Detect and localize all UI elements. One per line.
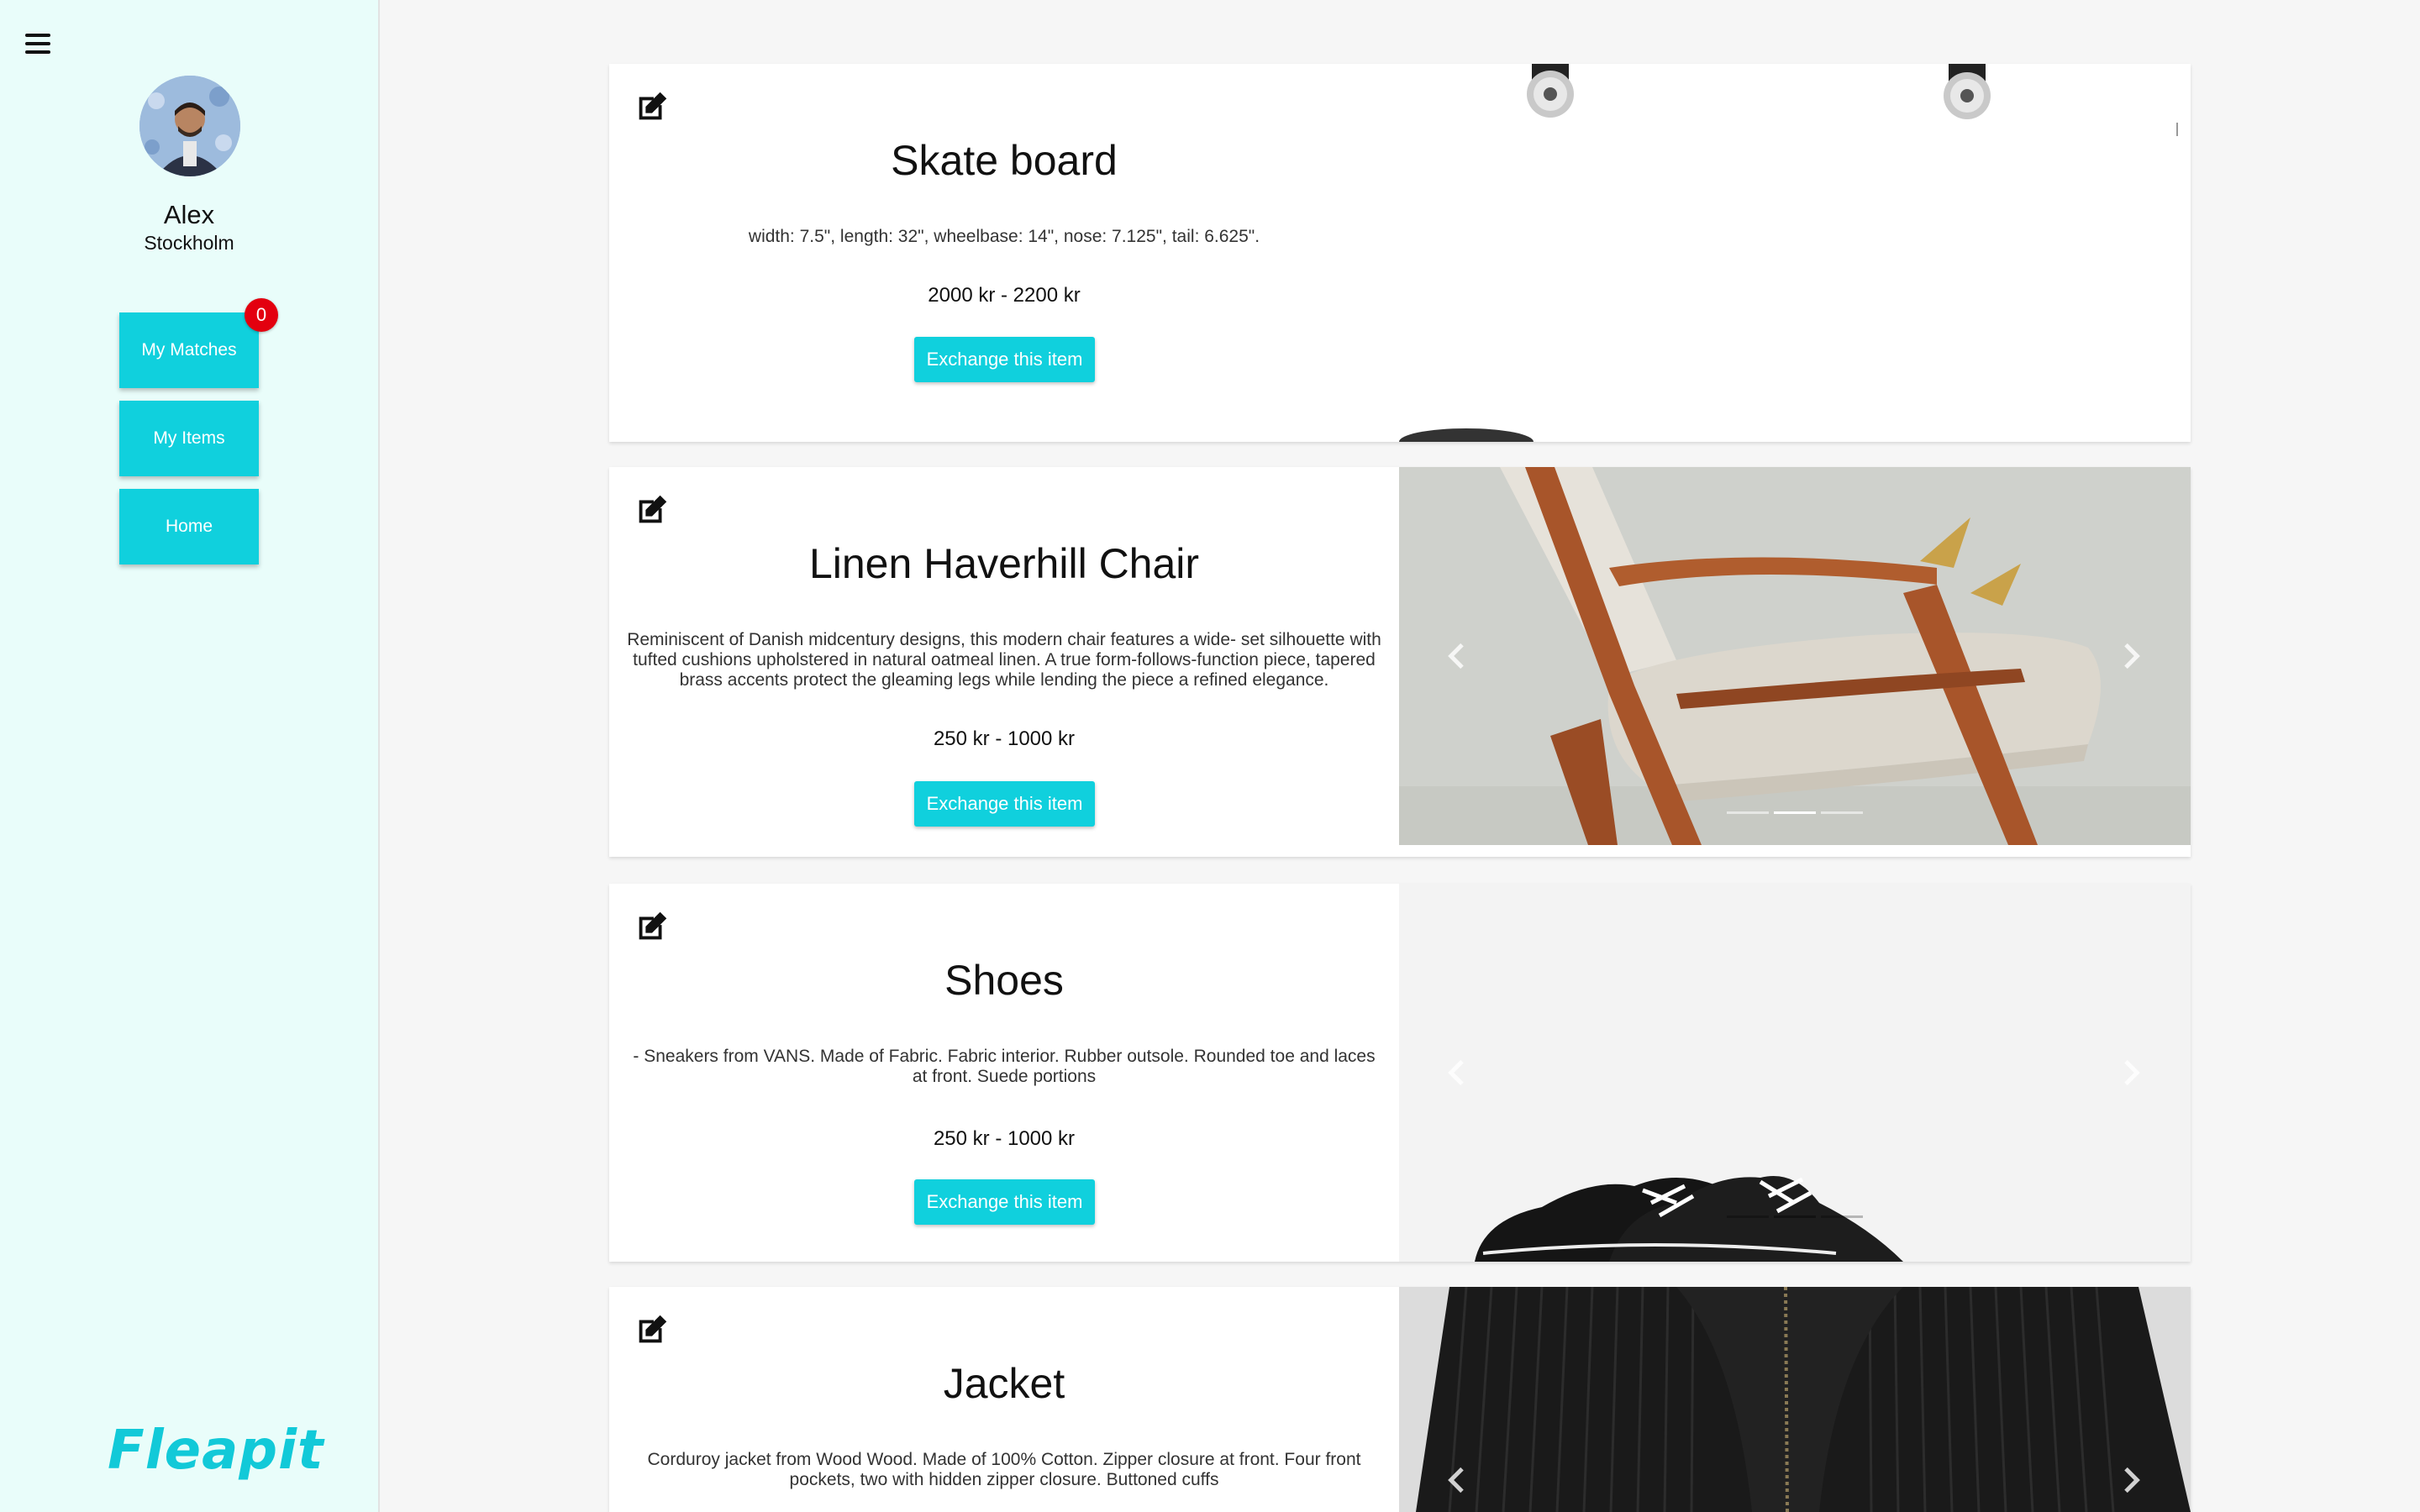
item-price-range: 2000 kr - 2200 kr bbox=[928, 284, 1081, 307]
carousel-indicators[interactable] bbox=[1727, 811, 1870, 814]
chevron-left-icon[interactable] bbox=[1441, 1056, 1475, 1089]
edit-icon[interactable] bbox=[633, 1310, 671, 1349]
home-button[interactable]: Home bbox=[119, 489, 259, 564]
my-items-button[interactable]: My Items bbox=[119, 401, 259, 476]
item-price-range: 250 kr - 1000 kr bbox=[933, 727, 1076, 750]
item-card-jacket: Jacket Corduroy jacket from Wood Wood. M… bbox=[609, 1287, 2191, 1512]
edit-icon[interactable] bbox=[633, 907, 671, 946]
item-image-carousel bbox=[1399, 1287, 2191, 1512]
user-city: Stockholm bbox=[144, 232, 234, 254]
user-name: Alex bbox=[163, 200, 215, 229]
chevron-right-icon[interactable] bbox=[2113, 1463, 2147, 1497]
item-title: Jacket bbox=[943, 1360, 1065, 1407]
item-description: Corduroy jacket from Wood Wood. Made of … bbox=[647, 1450, 1361, 1489]
item-title: Skate board bbox=[891, 137, 1118, 184]
chair-image bbox=[1399, 467, 2191, 845]
skateboard-image bbox=[1399, 64, 2191, 442]
item-details: Skate board width: 7.5", length: 32", wh… bbox=[609, 64, 1399, 442]
item-title: Linen Haverhill Chair bbox=[808, 540, 1200, 587]
item-card-shoes: Shoes - Sneakers from VANS. Made of Fabr… bbox=[609, 884, 2191, 1262]
item-details: Linen Haverhill Chair Reminiscent of Dan… bbox=[609, 467, 1399, 857]
sidebar: Alex Stockholm My Matches 0 My Items Hom… bbox=[0, 0, 380, 1512]
chevron-right-icon[interactable] bbox=[2113, 1056, 2147, 1089]
item-card-chair: Linen Haverhill Chair Reminiscent of Dan… bbox=[609, 467, 2191, 857]
exchange-item-button[interactable]: Exchange this item bbox=[914, 1179, 1095, 1225]
item-price-range: 250 kr - 1000 kr bbox=[933, 1127, 1076, 1150]
jacket-image bbox=[1399, 1287, 2191, 1512]
exchange-item-button[interactable]: Exchange this item bbox=[914, 337, 1095, 382]
item-card-skateboard: Skate board width: 7.5", length: 32", wh… bbox=[609, 64, 2191, 442]
item-details: Shoes - Sneakers from VANS. Made of Fabr… bbox=[609, 884, 1399, 1262]
edit-icon[interactable] bbox=[633, 491, 671, 529]
item-description: - Sneakers from VANS. Made of Fabric. Fa… bbox=[633, 1047, 1376, 1086]
matches-count-badge: 0 bbox=[245, 298, 278, 332]
exchange-item-button[interactable]: Exchange this item bbox=[914, 781, 1095, 827]
avatar bbox=[139, 76, 240, 176]
item-description: width: 7.5", length: 32", wheelbase: 14"… bbox=[748, 227, 1260, 246]
my-matches-button[interactable]: My Matches bbox=[119, 312, 259, 388]
hamburger-menu-icon[interactable] bbox=[25, 34, 50, 54]
fleapit-logo: Fleapit bbox=[108, 1420, 324, 1482]
chevron-right-icon[interactable] bbox=[2113, 639, 2147, 673]
item-description: Reminiscent of Danish midcentury designs… bbox=[627, 630, 1381, 690]
edit-icon[interactable] bbox=[633, 87, 671, 126]
item-image-carousel bbox=[1399, 467, 2191, 845]
item-details: Jacket Corduroy jacket from Wood Wood. M… bbox=[609, 1287, 1399, 1512]
shoes-image bbox=[1399, 884, 2191, 1262]
chevron-left-icon[interactable] bbox=[1441, 1463, 1475, 1497]
item-image-carousel bbox=[1399, 64, 2191, 442]
carousel-indicators[interactable] bbox=[1727, 1215, 1870, 1218]
item-title: Shoes bbox=[944, 957, 1064, 1004]
item-image-carousel bbox=[1399, 884, 2191, 1262]
chevron-left-icon[interactable] bbox=[1441, 639, 1475, 673]
